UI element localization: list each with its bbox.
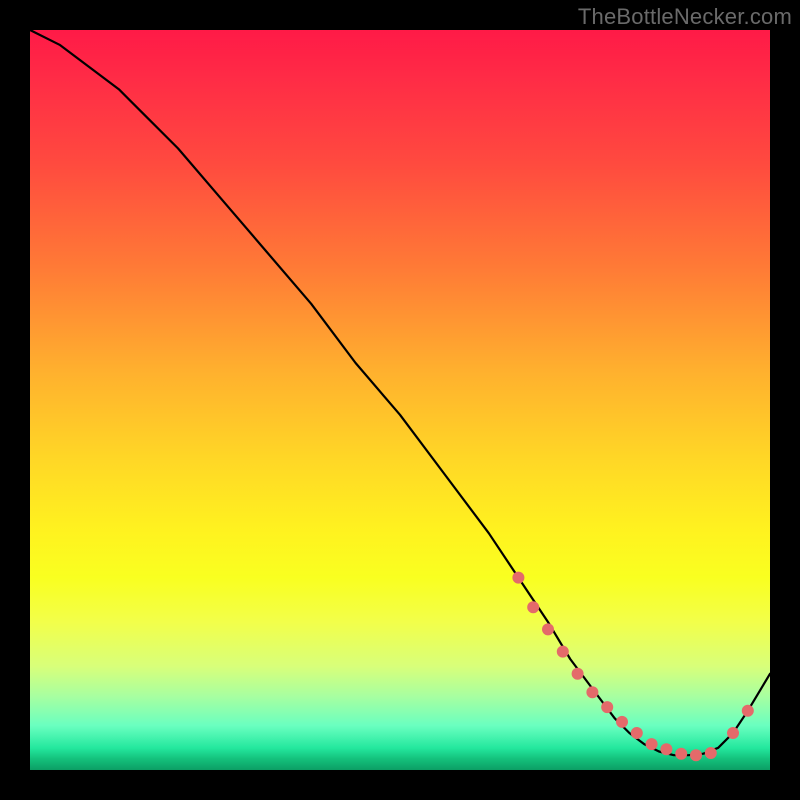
marker-group: [512, 572, 753, 762]
marker-dot: [572, 668, 584, 680]
chart-frame: TheBottleNecker.com: [0, 0, 800, 800]
marker-dot: [705, 747, 717, 759]
marker-dot: [557, 646, 569, 658]
chart-svg: [30, 30, 770, 770]
marker-dot: [527, 601, 539, 613]
watermark-text: TheBottleNecker.com: [578, 4, 792, 30]
marker-dot: [675, 748, 687, 760]
marker-dot: [646, 738, 658, 750]
marker-dot: [586, 686, 598, 698]
plot-area: [30, 30, 770, 770]
marker-dot: [727, 727, 739, 739]
marker-dot: [660, 743, 672, 755]
marker-dot: [690, 749, 702, 761]
marker-dot: [512, 572, 524, 584]
marker-dot: [742, 705, 754, 717]
marker-dot: [601, 701, 613, 713]
curve-line: [30, 30, 770, 755]
marker-dot: [631, 727, 643, 739]
marker-dot: [616, 716, 628, 728]
marker-dot: [542, 623, 554, 635]
